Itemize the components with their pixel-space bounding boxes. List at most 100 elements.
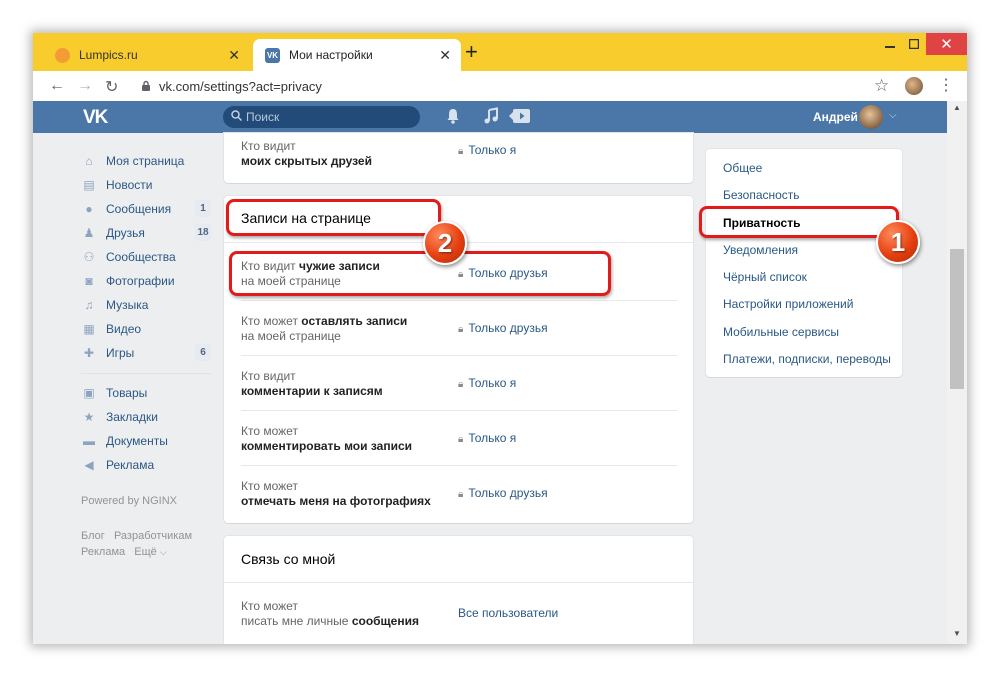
maximize-button[interactable] [902, 33, 926, 55]
tab-settings[interactable]: VK Мои настройки ✕ [253, 39, 461, 71]
sidebar-item-label: Новости [106, 178, 153, 192]
scroll-down-icon[interactable]: ▼ [953, 629, 961, 638]
browser-toolbar: ← → ↻ vk.com/settings?act=privacy ☆ ⋮ [33, 71, 967, 102]
sidebar-item-label: Друзья [106, 226, 145, 240]
row-question: Кто видит моих скрытых друзей [241, 139, 372, 168]
close-icon[interactable]: ✕ [228, 47, 240, 64]
tab-label: Мои настройки [289, 48, 373, 62]
window-close-button[interactable]: ✕ [926, 33, 967, 55]
privacy-select-see-comments[interactable]: 🔒︎ Только я [458, 376, 516, 390]
settings-menu-blacklist[interactable]: Чёрный список [723, 270, 807, 284]
close-icon[interactable]: ✕ [439, 47, 451, 64]
bell-icon[interactable] [445, 107, 461, 125]
news-icon: ▤ [83, 178, 95, 192]
sidebar-item-video[interactable]: ▦ Видео [81, 318, 211, 340]
divider [241, 410, 677, 411]
sidebar-item-label: Моя страница [106, 154, 185, 168]
documents-icon: ▬ [83, 434, 95, 448]
privacy-select-tag-photos[interactable]: 🔒︎ Только друзья [458, 486, 548, 500]
photos-icon: ◙ [85, 274, 93, 288]
sidebar-item-bookmarks[interactable]: ★ Закладки [81, 406, 211, 428]
footer-link-developers[interactable]: Разработчикам [114, 530, 192, 542]
forward-arrow-icon[interactable]: → [77, 77, 93, 95]
sidebar-item-my-page[interactable]: ⌂ Моя страница [81, 150, 211, 172]
sidebar-item-label: Фотографии [106, 274, 175, 288]
sidebar-item-documents[interactable]: ▬ Документы [81, 430, 211, 452]
friends-icon: ♟ [83, 226, 95, 240]
menu-kebab-icon[interactable]: ⋮ [938, 75, 954, 95]
video-icon: ▦ [83, 322, 95, 336]
tab-strip: Lumpics.ru ✕ VK Мои настройки ✕ + ✕ [33, 33, 967, 71]
sidebar-item-news[interactable]: ▤ Новости [81, 174, 211, 196]
privacy-select[interactable]: 🔒︎ Только я [458, 143, 516, 157]
settings-menu-general[interactable]: Общее [723, 161, 762, 175]
sidebar-item-label: Документы [106, 434, 168, 448]
games-icon: ✚ [83, 346, 95, 360]
sidebar-item-label: Видео [106, 322, 142, 336]
reload-icon[interactable]: ↻ [105, 77, 118, 97]
sidebar-item-messages[interactable]: ● Сообщения 1 [81, 198, 211, 220]
sidebar-item-label: Товары [106, 386, 148, 400]
settings-menu-payments[interactable]: Платежи, подписки, переводы [723, 352, 891, 366]
row-question: Кто может писать мне личные сообщения [241, 599, 419, 628]
home-icon: ⌂ [85, 154, 93, 168]
settings-menu-notifications[interactable]: Уведомления [723, 243, 798, 257]
vk-icon: VK [265, 47, 280, 63]
browser-profile-avatar[interactable] [905, 77, 923, 95]
new-tab-button[interactable]: + [465, 41, 478, 63]
step-badge-2: 2 [423, 221, 467, 265]
avatar[interactable] [859, 105, 883, 129]
sidebar-item-goods[interactable]: ▣ Товары [81, 382, 211, 404]
sidebar-item-label: Игры [106, 346, 135, 360]
footer-link-more[interactable]: Ещё [134, 546, 157, 558]
footer-links-row-1: Блог Разработчикам [81, 530, 192, 542]
scrollbar[interactable]: ▲ ▼ [947, 101, 967, 644]
divider [224, 582, 693, 583]
footer-link-ads[interactable]: Реклама [81, 546, 125, 558]
chevron-down-icon[interactable]: ⌵ [889, 110, 897, 121]
vk-logo[interactable]: VK [83, 107, 108, 129]
user-name[interactable]: Андрей [813, 110, 858, 124]
sidebar-item-friends[interactable]: ♟ Друзья 18 [81, 222, 211, 244]
address-bar[interactable]: vk.com/settings?act=privacy [159, 79, 322, 94]
privacy-select-leave-posts[interactable]: 🔒︎ Только друзья [458, 321, 548, 335]
sidebar-item-label: Закладки [106, 410, 158, 424]
sidebar-item-games[interactable]: ✚ Игры 6 [81, 342, 211, 364]
powered-by: Powered by NGINX [81, 495, 177, 507]
highlight-section-title [226, 199, 441, 236]
settings-menu-security[interactable]: Безопасность [723, 188, 800, 202]
highlight-privacy [699, 206, 899, 238]
maximize-icon [909, 39, 919, 49]
scroll-up-icon[interactable]: ▲ [953, 103, 961, 112]
sidebar-item-communities[interactable]: ⚇ Сообщества [81, 246, 211, 268]
sidebar-item-music[interactable]: ♫ Музыка [81, 294, 211, 316]
chevron-down-icon: ⌵ [159, 547, 167, 557]
step-badge-1: 1 [876, 220, 920, 264]
lock-icon [142, 80, 150, 91]
tab-lumpics[interactable]: Lumpics.ru ✕ [43, 39, 250, 71]
settings-menu-mobile[interactable]: Мобильные сервисы [723, 325, 839, 339]
sidebar-item-label: Музыка [106, 298, 149, 312]
count-badge: 1 [195, 200, 211, 217]
sidebar-item-ads[interactable]: ◀ Реклама [81, 454, 211, 476]
divider [81, 373, 211, 374]
divider [241, 355, 677, 356]
scrollbar-thumb[interactable] [950, 249, 964, 389]
bookmarks-icon: ★ [83, 410, 95, 424]
privacy-select-messages[interactable]: Все пользователи [458, 606, 558, 620]
music-icon[interactable] [483, 107, 499, 125]
row-question: Кто видит комментарии к записям [241, 369, 383, 398]
sidebar-item-label: Сообщения [106, 202, 172, 216]
settings-menu-app-settings[interactable]: Настройки приложений [723, 297, 853, 311]
minimize-button[interactable] [878, 33, 902, 55]
footer-link-blog[interactable]: Блог [81, 530, 105, 542]
bookmark-star-icon[interactable]: ☆ [874, 76, 889, 96]
goods-icon: ▣ [83, 386, 95, 400]
back-arrow-icon[interactable]: ← [49, 77, 65, 95]
privacy-select-comment[interactable]: 🔒︎ Только я [458, 431, 516, 445]
sidebar-item-photos[interactable]: ◙ Фотографии [81, 270, 211, 292]
search-input[interactable]: Поиск [223, 106, 420, 128]
lock-icon: 🔒︎ [458, 146, 464, 157]
play-icon[interactable] [509, 107, 531, 125]
row-question: Кто может оставлять записи на моей стран… [241, 314, 408, 343]
